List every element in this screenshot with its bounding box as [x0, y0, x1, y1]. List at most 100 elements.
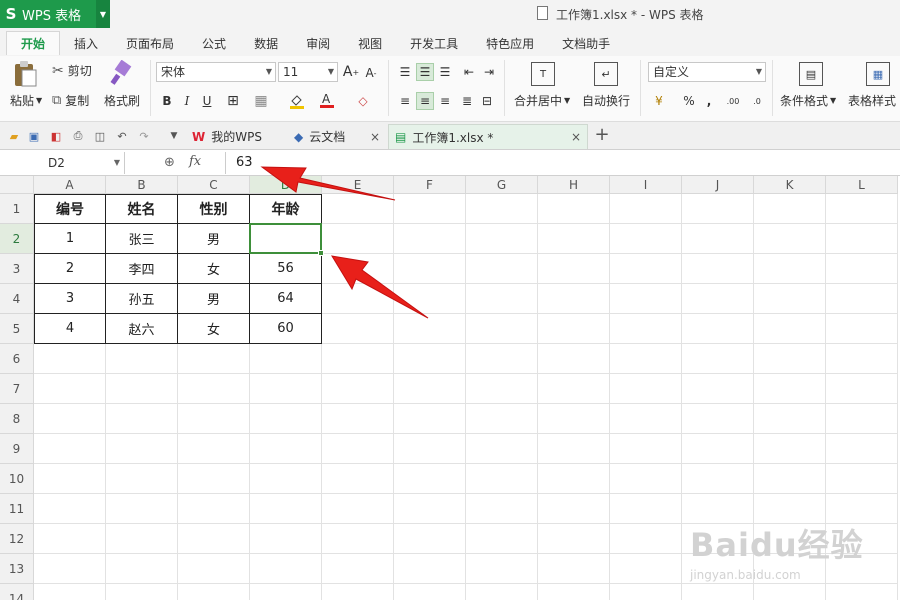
align-bottom-icon[interactable]: ☰ [436, 63, 454, 81]
cell[interactable] [34, 404, 106, 434]
cell[interactable] [754, 224, 826, 254]
fx-icon[interactable]: fx [189, 154, 201, 169]
row-header[interactable]: 2 [0, 224, 34, 254]
cell[interactable] [466, 524, 538, 554]
row-header[interactable]: 5 [0, 314, 34, 344]
column-header[interactable]: J [682, 176, 754, 194]
cell[interactable] [322, 464, 394, 494]
app-menu-button[interactable]: S WPS 表格 ▼ [0, 0, 110, 28]
tab-formulas[interactable]: 公式 [188, 31, 240, 55]
cell[interactable] [538, 464, 610, 494]
cell[interactable] [610, 374, 682, 404]
cell[interactable] [178, 494, 250, 524]
align-top-icon[interactable]: ☰ [396, 63, 414, 81]
tab-page-layout[interactable]: 页面布局 [112, 31, 188, 55]
cell[interactable] [466, 284, 538, 314]
cell[interactable] [826, 194, 898, 224]
cell[interactable] [538, 344, 610, 374]
cell[interactable] [250, 434, 322, 464]
underline-icon[interactable]: U [198, 92, 216, 110]
font-size-select[interactable]: 11 ▼ [278, 62, 338, 82]
table-cell[interactable]: 64 [250, 284, 322, 314]
merge-center-icon[interactable]: T [531, 62, 555, 86]
cell[interactable] [322, 194, 394, 224]
tab-review[interactable]: 审阅 [292, 31, 344, 55]
cell[interactable] [610, 284, 682, 314]
fill-handle[interactable] [318, 250, 324, 256]
table-style-icon[interactable]: ▦ [866, 62, 890, 86]
cell[interactable] [394, 554, 466, 584]
cell[interactable] [754, 404, 826, 434]
cell[interactable] [466, 374, 538, 404]
select-all-corner[interactable] [0, 176, 34, 194]
cell[interactable] [538, 374, 610, 404]
cell[interactable] [826, 464, 898, 494]
cell[interactable] [394, 404, 466, 434]
redo-icon[interactable]: ↷ [136, 128, 152, 144]
cell[interactable] [610, 524, 682, 554]
tab-doc-assistant[interactable]: 文档助手 [548, 31, 624, 55]
cell[interactable] [538, 524, 610, 554]
cell[interactable] [826, 254, 898, 284]
cell[interactable] [394, 494, 466, 524]
cell[interactable] [610, 344, 682, 374]
cell[interactable] [682, 464, 754, 494]
cell[interactable] [394, 254, 466, 284]
cell[interactable] [322, 374, 394, 404]
table-cell[interactable] [250, 224, 322, 254]
cell[interactable] [610, 224, 682, 254]
cell[interactable] [106, 344, 178, 374]
bold-icon[interactable]: B [158, 92, 176, 110]
column-header[interactable]: I [610, 176, 682, 194]
cell[interactable] [682, 284, 754, 314]
table-cell[interactable]: 3 [34, 284, 106, 314]
row-header[interactable]: 3 [0, 254, 34, 284]
cell[interactable] [610, 314, 682, 344]
close-icon[interactable]: × [571, 130, 581, 144]
conditional-format-icon[interactable]: ▤ [799, 62, 823, 86]
cell[interactable] [250, 344, 322, 374]
cell[interactable] [754, 254, 826, 284]
cell[interactable] [754, 374, 826, 404]
cell[interactable] [178, 524, 250, 554]
table-cell[interactable]: 孙五 [106, 284, 178, 314]
cell[interactable] [538, 194, 610, 224]
cell[interactable] [826, 434, 898, 464]
wrap-text-button[interactable]: 自动换行 [582, 92, 630, 109]
cell[interactable] [106, 554, 178, 584]
cell[interactable] [322, 284, 394, 314]
row-header[interactable]: 12 [0, 524, 34, 554]
cell[interactable] [610, 554, 682, 584]
cell[interactable] [826, 344, 898, 374]
cell[interactable] [394, 524, 466, 554]
zoom-search-icon[interactable]: ⊕ [164, 155, 175, 170]
cell[interactable] [538, 584, 610, 600]
column-header[interactable]: D [250, 176, 322, 194]
print-icon[interactable]: ⎙ [70, 128, 86, 144]
cell[interactable] [322, 314, 394, 344]
cell[interactable] [322, 434, 394, 464]
cell[interactable] [322, 224, 394, 254]
align-left-icon[interactable]: ≡ [396, 92, 414, 110]
row-header[interactable]: 8 [0, 404, 34, 434]
cell[interactable] [466, 194, 538, 224]
cell[interactable] [754, 314, 826, 344]
cell[interactable] [250, 554, 322, 584]
new-tab-icon[interactable]: + [594, 124, 610, 145]
cell[interactable] [34, 524, 106, 554]
cell[interactable] [466, 434, 538, 464]
export-pdf-icon[interactable]: ◧ [48, 128, 64, 144]
cell[interactable] [826, 404, 898, 434]
cell[interactable] [754, 284, 826, 314]
cell[interactable] [178, 344, 250, 374]
comma-icon[interactable]: , [700, 92, 718, 110]
cell[interactable] [466, 584, 538, 600]
open-folder-icon[interactable]: ▰ [6, 128, 22, 144]
cell[interactable] [538, 494, 610, 524]
fill-color-icon[interactable] [288, 92, 306, 110]
cell[interactable] [106, 404, 178, 434]
cell[interactable] [682, 434, 754, 464]
cell[interactable] [322, 584, 394, 600]
column-header[interactable]: K [754, 176, 826, 194]
border-icon[interactable]: ⊞ [224, 92, 242, 110]
